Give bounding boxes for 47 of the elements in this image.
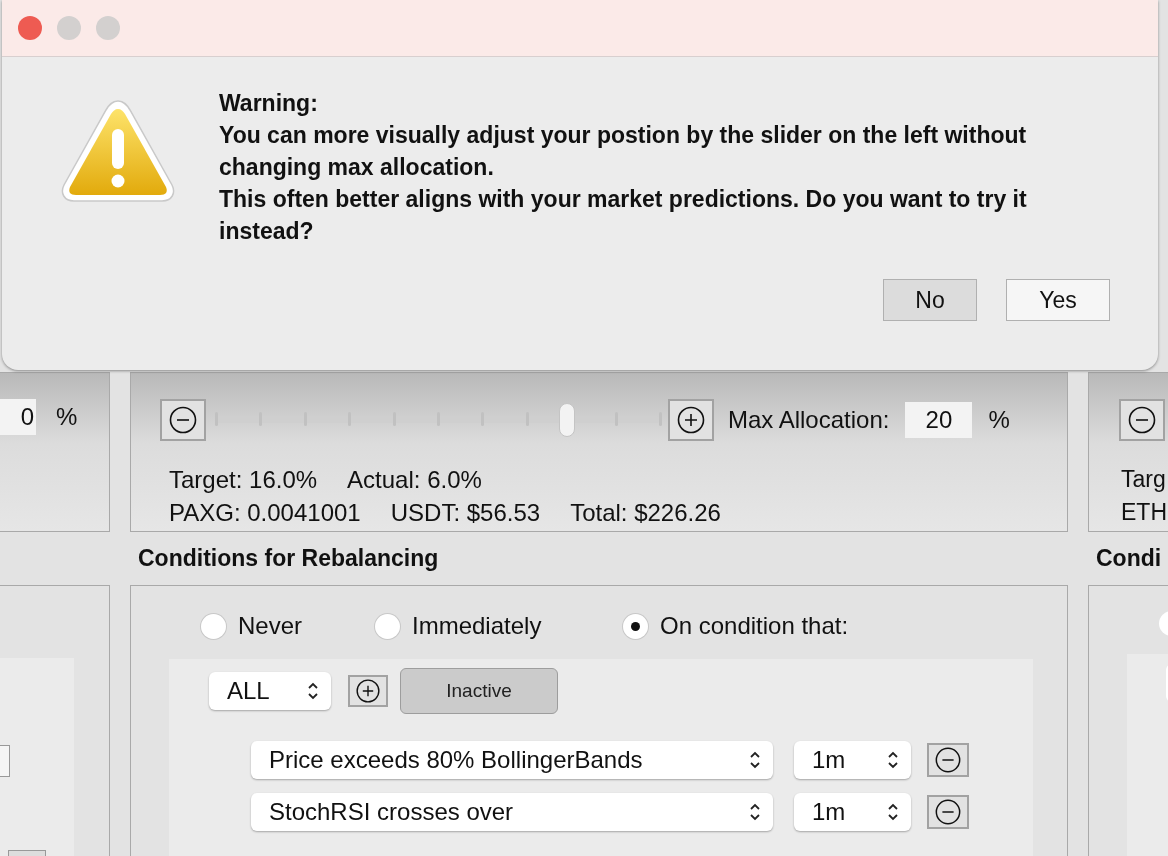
radio-option[interactable]: Immediately bbox=[375, 612, 623, 640]
section-heading: Conditions for Rebalancing bbox=[138, 545, 439, 572]
chevron-updown-icon bbox=[307, 681, 319, 701]
indicator-select[interactable]: StochRSI crosses over bbox=[251, 793, 773, 831]
remove-condition-button[interactable] bbox=[927, 795, 969, 829]
percent-label: % bbox=[988, 406, 1010, 434]
minus-circle-icon bbox=[934, 746, 962, 774]
remove-condition-button[interactable] bbox=[927, 743, 969, 777]
minus-circle-icon bbox=[1127, 405, 1157, 435]
alert-title: Warning: bbox=[219, 89, 319, 118]
chevron-updown-icon bbox=[887, 750, 899, 770]
stat-text: Target: 16.0% bbox=[169, 465, 318, 495]
dialog-button[interactable]: Yes bbox=[1006, 279, 1110, 321]
slider-thumb[interactable] bbox=[558, 403, 575, 437]
percent-label: % bbox=[56, 403, 78, 431]
radio-option[interactable]: Never bbox=[201, 612, 375, 640]
interval-select[interactable]: 1m bbox=[794, 793, 911, 831]
plus-circle-icon bbox=[676, 405, 706, 435]
minus-circle-icon bbox=[934, 798, 962, 826]
max-allocation-field[interactable]: 20 bbox=[905, 402, 973, 438]
dialog-button[interactable]: No bbox=[883, 279, 977, 321]
decrease-button[interactable] bbox=[160, 399, 206, 441]
section-heading: Condi bbox=[1096, 545, 1162, 572]
stat-text: Targ bbox=[1121, 465, 1166, 494]
increase-button[interactable] bbox=[668, 399, 714, 441]
match-select[interactable]: ALL bbox=[209, 672, 331, 710]
chevron-updown-icon bbox=[749, 802, 761, 822]
input-field[interactable] bbox=[0, 745, 10, 777]
alert-message: This often better aligns with your market predictions. Do you want to try it instead? bbox=[219, 185, 1028, 246]
percent-field[interactable]: 0 bbox=[0, 399, 36, 435]
interval-select[interactable]: 1m bbox=[794, 741, 911, 779]
stat-text: ETH bbox=[1121, 498, 1167, 527]
indicator-select[interactable]: Price exceeds 80% BollingerBands bbox=[251, 741, 773, 779]
stat-text: Total: $226.26 bbox=[570, 498, 721, 528]
stat-text: Actual: 6.0% bbox=[347, 465, 482, 495]
radio-option[interactable]: On condition that: bbox=[623, 612, 849, 640]
add-condition-button[interactable] bbox=[348, 675, 388, 707]
chevron-updown-icon bbox=[749, 750, 761, 770]
plus-circle-icon bbox=[355, 678, 381, 704]
window-control[interactable] bbox=[18, 16, 42, 40]
minus-circle-icon bbox=[168, 405, 198, 435]
chevron-updown-icon bbox=[887, 802, 899, 822]
decrease-button[interactable] bbox=[1119, 399, 1165, 441]
alert-message: You can more visually adjust your postion by the slider on the left without changing max allocation. bbox=[219, 121, 1028, 182]
stat-text: USDT: $56.53 bbox=[390, 498, 541, 528]
stat-text: PAXG: 0.0041001 bbox=[169, 498, 361, 528]
max-allocation-label: Max Allocation: bbox=[728, 406, 890, 434]
